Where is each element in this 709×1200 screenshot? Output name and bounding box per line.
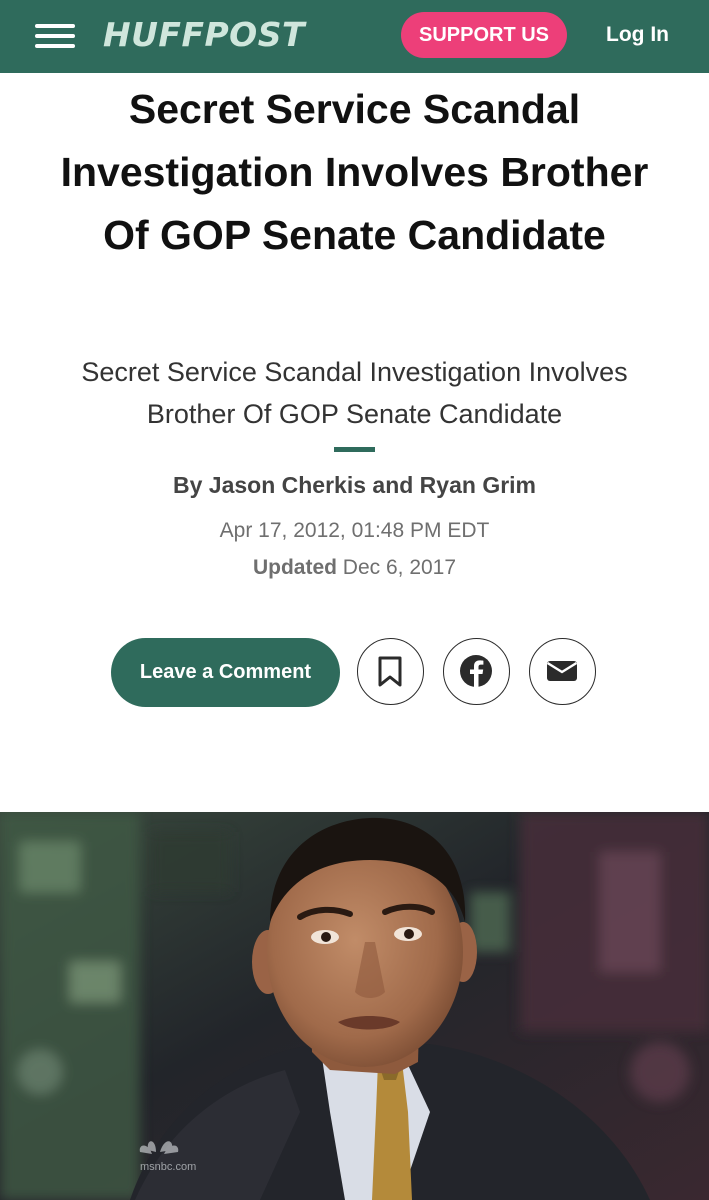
leave-comment-button[interactable]: Leave a Comment [111,638,340,707]
site-header: HUFFPOST SUPPORT US Log In [0,0,709,73]
facebook-icon [460,655,492,687]
facebook-share-button[interactable] [443,638,510,705]
article-byline[interactable]: By Jason Cherkis and Ryan Grim [0,467,709,503]
updated-date-line: Updated Dec 6, 2017 [0,552,709,584]
hamburger-menu-icon[interactable] [35,22,75,50]
huffpost-logo[interactable]: HUFFPOST [103,13,305,57]
article-photo[interactable]: msnbc.com [0,812,709,1200]
updated-label: Updated [252,556,337,579]
man-in-suit-photo: msnbc.com [0,812,709,1200]
support-us-button[interactable]: SUPPORT US [401,12,567,58]
email-share-button[interactable] [529,638,596,705]
publish-date: Apr 17, 2012, 01:48 PM EDT [219,519,490,542]
msnbc-watermark: msnbc.com [140,1161,196,1173]
login-link[interactable]: Log In [606,20,669,50]
article-headline: Secret Service Scandal Investigation Inv… [60,86,649,258]
article-subheadline: Secret Service Scandal Investigation Inv… [81,357,628,429]
bookmark-button[interactable] [357,638,424,705]
bookmark-icon [378,656,402,687]
email-icon [546,661,578,681]
divider-bar [334,447,375,452]
updated-date: Dec 6, 2017 [342,556,457,579]
